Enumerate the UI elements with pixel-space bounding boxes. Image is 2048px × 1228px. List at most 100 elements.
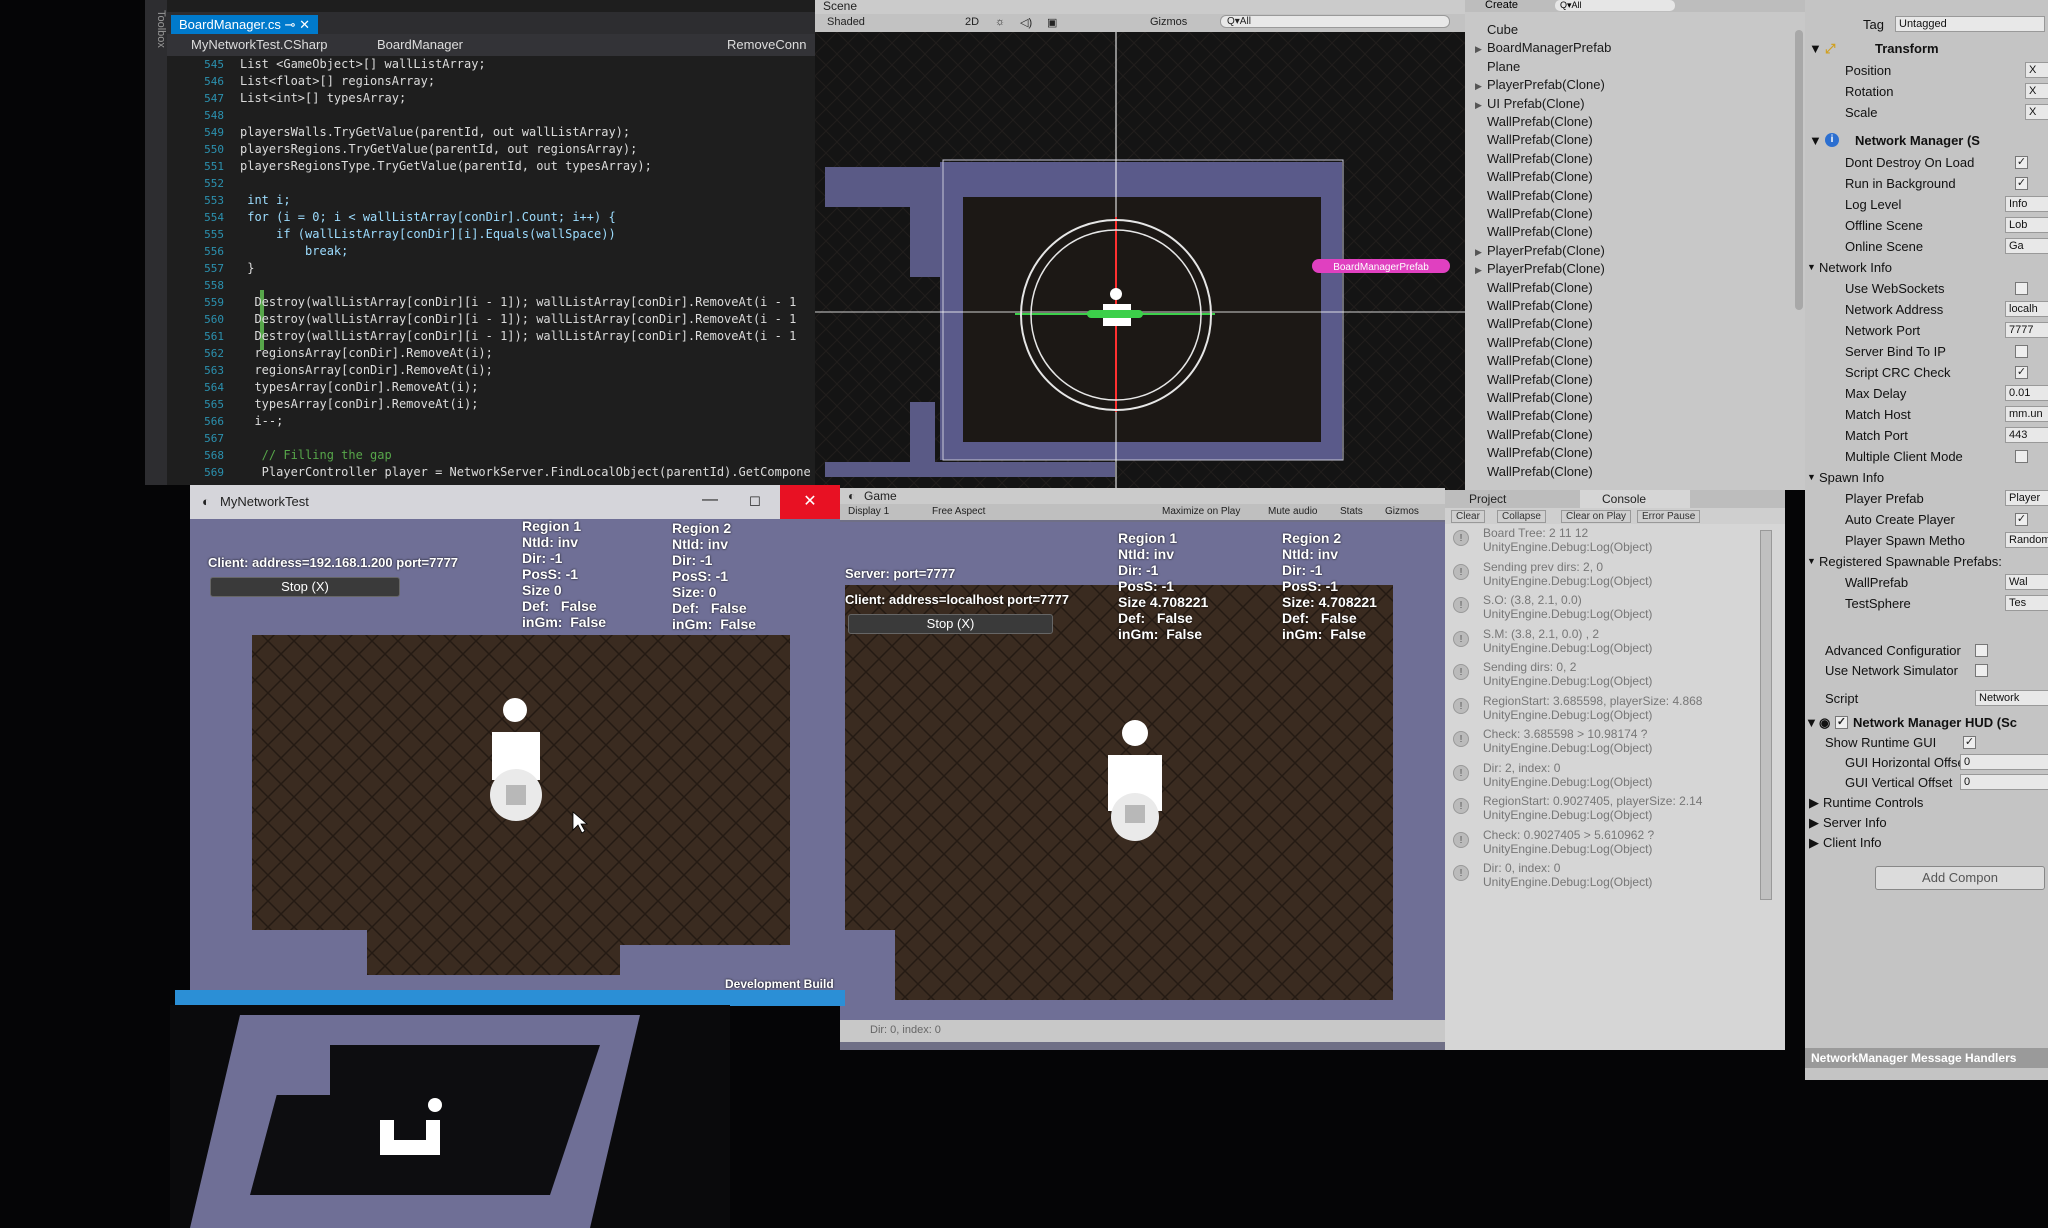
foldout-arrow-icon[interactable]: ▼ xyxy=(1807,467,1816,488)
console-scrollbar[interactable] xyxy=(1760,530,1772,900)
log-entry[interactable]: ! Check: 3.685598 > 10.98174 ? UnityEngine… xyxy=(1445,727,1775,762)
minimize-button[interactable]: — xyxy=(690,485,730,519)
effects-icon[interactable]: ▣ xyxy=(1047,16,1057,29)
log-entry[interactable]: ! Board Tree: 2 11 12 UnityEngine.Debug:Lo… xyxy=(1445,526,1775,561)
inspector-checkbox[interactable]: ✓ xyxy=(2015,366,2028,379)
display-dropdown[interactable]: Display 1 xyxy=(848,506,889,517)
v-offset-field[interactable]: 0 xyxy=(1960,774,2048,790)
hierarchy-item[interactable]: WallPrefab(Clone) xyxy=(1475,314,1593,333)
client-info-row[interactable]: ▶ Client Info xyxy=(1805,832,2048,853)
rotation-x-field[interactable]: X xyxy=(2025,83,2048,99)
close-button[interactable]: ✕ xyxy=(780,485,840,519)
inspector-checkbox[interactable]: ✓ xyxy=(2015,177,2028,190)
hierarchy-item[interactable]: ▶ PlayerPrefab(Clone) xyxy=(1475,259,1605,278)
inspector-checkbox[interactable]: ✓ xyxy=(2015,156,2028,169)
log-entry[interactable]: ! Check: 0.9027405 > 5.610962 ? UnityEngin… xyxy=(1445,828,1775,863)
project-dropdown[interactable]: MyNetworkTest.CSharp xyxy=(191,37,328,52)
hierarchy-item[interactable]: Cube xyxy=(1475,20,1518,39)
log-entry[interactable]: ! Dir: 0, index: 0 UnityEngine.Debug:Log(O… xyxy=(1445,861,1775,896)
net-sim-checkbox[interactable] xyxy=(1975,664,1988,677)
hierarchy-item[interactable]: WallPrefab(Clone) xyxy=(1475,204,1593,223)
scene-search-input[interactable]: Q▾All xyxy=(1220,15,1450,28)
foldout-arrow-icon[interactable]: ▶ xyxy=(1809,832,1819,853)
inspector-checkbox[interactable] xyxy=(2015,450,2028,463)
scene-tab[interactable]: Scene xyxy=(823,0,857,13)
transform-header[interactable]: ▼ ⤢ Transform xyxy=(1805,38,2048,59)
hierarchy-item[interactable]: ▶ PlayerPrefab(Clone) xyxy=(1475,75,1605,94)
tag-dropdown[interactable]: Untagged xyxy=(1895,16,2045,32)
inspector-checkbox[interactable]: ✓ xyxy=(2015,513,2028,526)
hierarchy-item[interactable]: WallPrefab(Clone) xyxy=(1475,443,1593,462)
scene-canvas[interactable]: BoardManagerPrefab xyxy=(815,32,1465,490)
inspector-field[interactable]: 443 xyxy=(2005,427,2048,443)
close-icon[interactable]: ✕ xyxy=(299,17,310,32)
hierarchy-item[interactable]: WallPrefab(Clone) xyxy=(1475,388,1593,407)
hierarchy-item[interactable]: Plane xyxy=(1475,57,1520,76)
add-component-button[interactable]: Add Compon xyxy=(1875,866,2045,890)
inspector-field[interactable]: Player xyxy=(2005,490,2048,506)
stats-toggle[interactable]: Stats xyxy=(1340,506,1363,517)
tab-boardmanager[interactable]: BoardManager.cs ⊸ ✕ xyxy=(171,15,318,34)
log-entry[interactable]: ! Dir: 2, index: 0 UnityEngine.Debug:Log(O… xyxy=(1445,761,1775,796)
console-toolbar-button[interactable]: Clear xyxy=(1451,510,1485,523)
maximize-button[interactable]: ☐ xyxy=(735,485,775,519)
stop-button[interactable]: Stop (X) xyxy=(210,577,400,597)
gizmos-dropdown[interactable]: Gizmos xyxy=(1150,16,1187,28)
hierarchy-item[interactable]: WallPrefab(Clone) xyxy=(1475,351,1593,370)
scale-x-field[interactable]: X xyxy=(2025,104,2048,120)
pin-icon[interactable]: ⊸ xyxy=(285,17,296,32)
foldout-arrow-icon[interactable]: ▼ xyxy=(1807,257,1816,278)
hierarchy-scrollbar[interactable] xyxy=(1795,30,1803,310)
hierarchy-item[interactable]: WallPrefab(Clone) xyxy=(1475,222,1593,241)
advanced-config-checkbox[interactable] xyxy=(1975,644,1988,657)
hierarchy-item[interactable]: ▶ PlayerPrefab(Clone) xyxy=(1475,241,1605,260)
hierarchy-item[interactable]: WallPrefab(Clone) xyxy=(1475,167,1593,186)
inspector-field[interactable]: localh xyxy=(2005,301,2048,317)
toolbox-strip[interactable]: Toolbox xyxy=(145,0,167,485)
log-entry[interactable]: ! S.M: (3.8, 2.1, 0.0) , 2 UnityEngine.Deb… xyxy=(1445,627,1775,662)
hierarchy-item[interactable]: WallPrefab(Clone) xyxy=(1475,112,1593,131)
hierarchy-item[interactable]: WallPrefab(Clone) xyxy=(1475,370,1593,389)
mode-2d-button[interactable]: 2D xyxy=(965,16,979,28)
method-dropdown[interactable]: RemoveConn xyxy=(727,37,807,52)
inspector-field[interactable]: Tes xyxy=(2005,595,2048,611)
foldout-arrow-icon[interactable]: ▼ xyxy=(1809,38,1822,59)
inspector-field[interactable]: 7777 xyxy=(2005,322,2048,338)
hierarchy-item[interactable]: WallPrefab(Clone) xyxy=(1475,333,1593,352)
project-tab[interactable]: Project xyxy=(1469,492,1506,506)
hierarchy-item[interactable]: ▶ UI Prefab(Clone) xyxy=(1475,94,1585,113)
foldout-arrow-icon[interactable]: ▼ xyxy=(1809,130,1822,151)
server-info-row[interactable]: ▶ Server Info xyxy=(1805,812,2048,833)
mute-audio-toggle[interactable]: Mute audio xyxy=(1268,506,1317,517)
show-runtime-gui-checkbox[interactable]: ✓ xyxy=(1963,736,1976,749)
runtime-controls-row[interactable]: ▶ Runtime Controls xyxy=(1805,792,2048,813)
script-field[interactable]: Network xyxy=(1975,690,2048,706)
hud-header[interactable]: ▼ ◉ ✓ Network Manager HUD (Sc xyxy=(1805,712,2048,733)
inspector-field[interactable]: Info xyxy=(2005,196,2048,212)
hud-enabled-checkbox[interactable]: ✓ xyxy=(1835,716,1848,729)
shading-dropdown[interactable]: Shaded xyxy=(827,16,865,28)
foldout-arrow-icon[interactable]: ▼ xyxy=(1807,551,1816,572)
console-toolbar-button[interactable]: Collapse xyxy=(1497,510,1546,523)
console-toolbar-button[interactable]: Clear on Play xyxy=(1561,510,1632,523)
h-offset-field[interactable]: 0 xyxy=(1960,754,2048,770)
inspector-checkbox[interactable] xyxy=(2015,345,2028,358)
console-tab[interactable]: Console xyxy=(1580,490,1690,508)
hierarchy-item[interactable]: WallPrefab(Clone) xyxy=(1475,186,1593,205)
hierarchy-item[interactable]: WallPrefab(Clone) xyxy=(1475,462,1593,481)
hierarchy-item[interactable]: WallPrefab(Clone) xyxy=(1475,296,1593,315)
hierarchy-item[interactable]: WallPrefab(Clone) xyxy=(1475,130,1593,149)
inspector-field[interactable]: Ga xyxy=(2005,238,2048,254)
hierarchy-search-input[interactable]: Q▾All xyxy=(1555,0,1675,11)
inspector-checkbox[interactable] xyxy=(2015,282,2028,295)
position-x-field[interactable]: X xyxy=(2025,62,2048,78)
log-entry[interactable]: ! Sending prev dirs: 2, 0 UnityEngine.Debu… xyxy=(1445,560,1775,595)
hierarchy-item[interactable]: WallPrefab(Clone) xyxy=(1475,425,1593,444)
log-entry[interactable]: ! Sending dirs: 0, 2 UnityEngine.Debug:Log… xyxy=(1445,660,1775,695)
create-dropdown[interactable]: Create xyxy=(1485,0,1518,11)
code-area[interactable]: List <GameObject>[] wallListArray; List<f… xyxy=(240,56,815,485)
gizmos-dropdown[interactable]: Gizmos xyxy=(1385,506,1419,517)
hierarchy-item[interactable]: WallPrefab(Clone) xyxy=(1475,278,1593,297)
class-dropdown[interactable]: BoardManager xyxy=(377,37,463,52)
inspector-field[interactable]: 0.01 xyxy=(2005,385,2048,401)
